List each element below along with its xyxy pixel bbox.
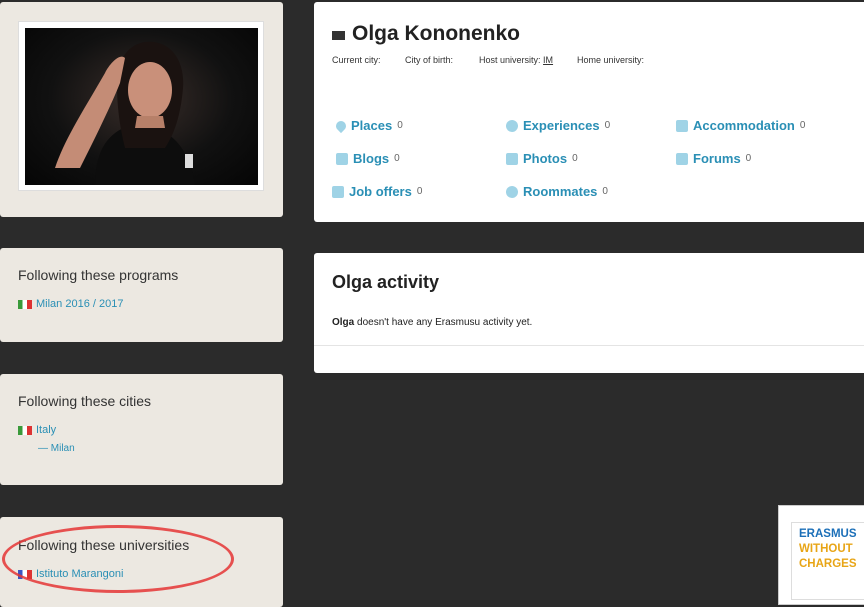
host-university-label-text: Host university: bbox=[479, 55, 541, 65]
stat-accommodation-count: 0 bbox=[799, 120, 806, 131]
map-pin-icon bbox=[333, 118, 349, 133]
programs-title: Following these programs bbox=[18, 267, 179, 283]
profile-header-card: Olga Kononenko Current city: City of bir… bbox=[314, 2, 864, 222]
briefcase-icon bbox=[332, 185, 344, 198]
stat-blogs-label: Blogs bbox=[353, 151, 390, 166]
stat-photos-count: 0 bbox=[572, 153, 578, 164]
flag-icon bbox=[332, 31, 345, 40]
stat-places-count: 0 bbox=[397, 120, 403, 131]
city-link[interactable]: — Milan bbox=[38, 443, 75, 454]
italy-flag-icon bbox=[18, 299, 32, 309]
profile-photo[interactable] bbox=[25, 28, 258, 185]
stat-experiences[interactable]: Experiences 0 bbox=[506, 118, 610, 133]
forum-icon bbox=[676, 152, 688, 165]
italy-flag-icon bbox=[18, 425, 32, 435]
erasmus-ad-logo: ERASMUS WITHOUT CHARGES bbox=[791, 522, 864, 600]
city-of-birth-label: City of birth: bbox=[405, 55, 454, 65]
stat-roommates-count: 0 bbox=[602, 186, 608, 197]
profile-name-text: Olga Kononenko bbox=[352, 22, 520, 45]
ad-line-3: CHARGES bbox=[799, 558, 857, 570]
university-link-label: Istituto Marangoni bbox=[36, 568, 124, 580]
stat-places-label: Places bbox=[351, 118, 393, 133]
activity-text: Olga doesn't have any Erasmusu activity … bbox=[332, 317, 532, 328]
activity-card: Olga activity Olga doesn't have any Eras… bbox=[314, 253, 864, 373]
stat-experiences-label: Experiences bbox=[523, 118, 600, 133]
stat-blogs[interactable]: Blogs 0 bbox=[336, 151, 400, 166]
universities-title: Following these universities bbox=[18, 537, 190, 553]
divider bbox=[314, 345, 864, 346]
activity-message: doesn't have any Erasmusu activity yet. bbox=[354, 317, 533, 328]
ad-line-1: ERASMUS bbox=[799, 528, 857, 540]
country-link-label: Italy bbox=[36, 424, 57, 436]
stat-forums-label: Forums bbox=[693, 151, 741, 166]
stat-roommates[interactable]: Roommates 0 bbox=[506, 184, 608, 199]
erasmus-ad[interactable]: ERASMUS WITHOUT CHARGES bbox=[778, 505, 864, 605]
flag-icon bbox=[18, 569, 32, 579]
activity-user-name: Olga bbox=[332, 317, 355, 328]
stat-job-offers[interactable]: Job offers 0 bbox=[332, 184, 422, 199]
stat-photos-label: Photos bbox=[523, 151, 568, 166]
ad-line-2: WITHOUT bbox=[799, 543, 853, 555]
universities-card: Following these universities Istituto Ma… bbox=[0, 517, 283, 607]
stat-job-offers-label: Job offers bbox=[349, 184, 412, 199]
activity-title: Olga activity bbox=[332, 272, 440, 292]
stat-photos[interactable]: Photos 0 bbox=[506, 151, 578, 166]
current-city-label: Current city: bbox=[332, 55, 381, 65]
stat-blogs-count: 0 bbox=[394, 153, 400, 164]
home-university-label: Home university: bbox=[577, 55, 645, 65]
photo-icon bbox=[506, 152, 518, 165]
host-university-link[interactable]: IM bbox=[543, 55, 553, 65]
blog-icon bbox=[336, 152, 348, 165]
stat-job-offers-count: 0 bbox=[416, 186, 423, 197]
cities-title: Following these cities bbox=[18, 393, 152, 409]
program-link[interactable]: Milan 2016 / 2017 bbox=[18, 298, 123, 310]
building-icon bbox=[676, 119, 688, 132]
profile-name: Olga Kononenko bbox=[332, 22, 520, 46]
stat-roommates-label: Roommates bbox=[523, 184, 598, 199]
stat-accommodation-label: Accommodation bbox=[693, 118, 795, 133]
stat-forums[interactable]: Forums 0 bbox=[676, 151, 751, 166]
stat-experiences-count: 0 bbox=[604, 120, 611, 131]
stat-places[interactable]: Places 0 bbox=[333, 118, 403, 133]
country-link[interactable]: Italy bbox=[18, 424, 56, 436]
stat-accommodation[interactable]: Accommodation 0 bbox=[676, 118, 805, 133]
cities-card: Following these cities Italy — Milan bbox=[0, 374, 283, 485]
university-link[interactable]: Istituto Marangoni bbox=[18, 568, 123, 580]
stat-forums-count: 0 bbox=[745, 153, 752, 164]
profile-photo-frame bbox=[18, 21, 264, 191]
people-icon bbox=[506, 185, 518, 198]
host-university-label: Host university: IM bbox=[479, 55, 553, 65]
program-link-label: Milan 2016 / 2017 bbox=[36, 298, 124, 310]
profile-photo-image bbox=[55, 41, 195, 185]
info-icon bbox=[506, 119, 518, 132]
profile-photo-card bbox=[0, 2, 283, 217]
programs-card: Following these programs Milan 2016 / 20… bbox=[0, 248, 283, 342]
